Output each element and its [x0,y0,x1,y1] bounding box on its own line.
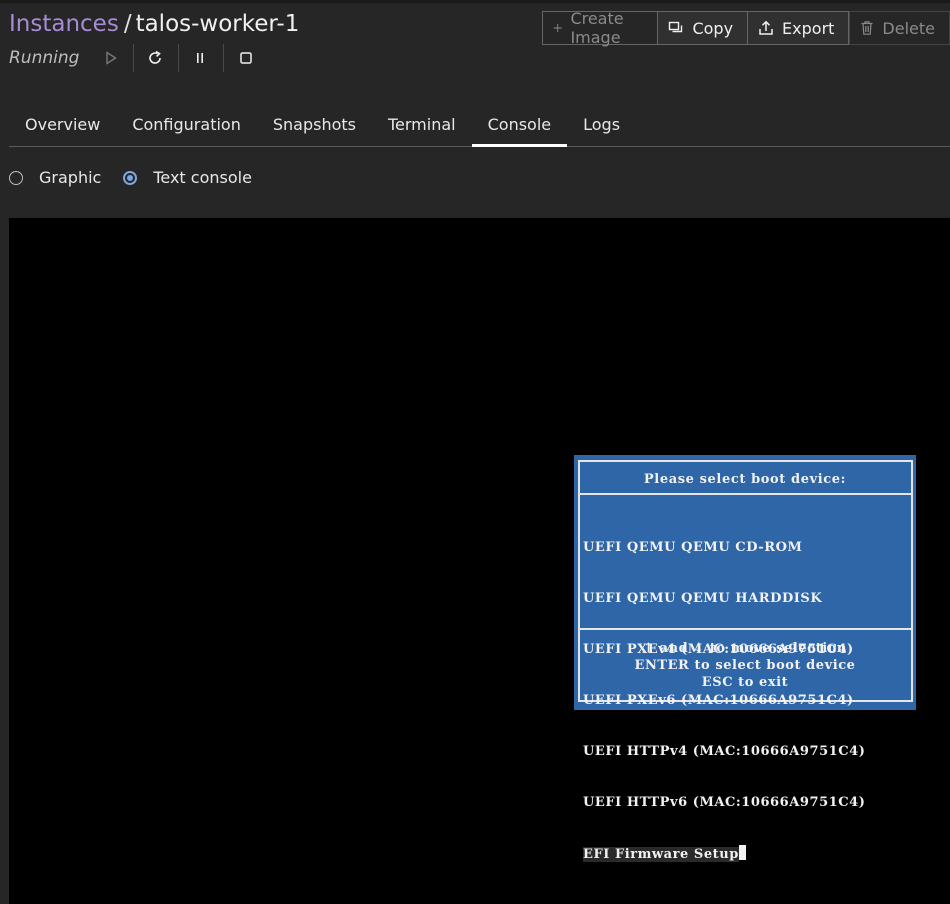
tab-terminal[interactable]: Terminal [372,102,472,146]
text-console-screen[interactable]: Please select boot device: UEFI QEMU QEM… [9,218,950,904]
delete-label: Delete [882,18,935,38]
breadcrumb-instances-link[interactable]: Instances [9,11,119,37]
tab-logs[interactable]: Logs [567,102,636,146]
create-image-label: Create Image [570,9,624,47]
boot-device-item-selected[interactable]: EFI Firmware Setup [583,845,865,863]
stop-icon [240,52,252,64]
instance-console-page: Instances / talos-worker-1 Running Create … [0,0,950,904]
radio-graphic-label: Graphic [39,168,102,187]
breadcrumb: Instances / talos-worker-1 [9,9,299,39]
tab-overview[interactable]: Overview [9,102,116,146]
copy-button[interactable]: Copy [658,11,749,45]
trash-icon [861,21,873,35]
radio-circle[interactable] [9,170,23,185]
help-line: ↑ and ↓ to move selection [643,641,847,656]
stop-button[interactable] [234,47,258,69]
boot-device-list: UEFI QEMU QEMU CD-ROM UEFI QEMU QEMU HAR… [583,505,865,897]
create-image-button[interactable]: Create Image [542,9,659,47]
export-button[interactable]: Export [748,11,850,45]
play-icon [106,51,117,65]
boot-menu-divider [578,493,913,495]
breadcrumb-separator: / [123,11,132,37]
boot-device-item[interactable]: UEFI HTTPv4 (MAC:10666A9751C4) [583,743,865,760]
page-title: talos-worker-1 [135,11,300,37]
tab-configuration[interactable]: Configuration [116,102,257,146]
plus-icon [553,23,562,33]
radio-circle-checked[interactable] [123,170,138,185]
top-border [0,0,950,3]
tab-snapshots[interactable]: Snapshots [257,102,372,146]
instance-tabs: Overview Configuration Snapshots Termina… [9,102,950,147]
boot-device-item[interactable]: UEFI QEMU QEMU CD-ROM [583,539,865,556]
export-label: Export [782,18,835,38]
pause-button[interactable] [188,47,212,69]
help-line: ENTER to select boot device [634,658,856,673]
radio-text-console-label: Text console [153,168,252,187]
selected-item-label: EFI Firmware Setup [583,847,739,862]
boot-device-item[interactable]: UEFI PXEv6 (MAC:10666A9751C4) [583,692,865,709]
text-cursor [738,845,746,860]
boot-device-menu: Please select boot device: UEFI QEMU QEM… [574,455,916,862]
restart-button[interactable] [143,47,167,69]
radio-graphic[interactable]: Graphic [9,168,101,187]
boot-device-item[interactable]: UEFI QEMU QEMU HARDDISK [583,590,865,607]
copy-icon [669,21,683,33]
divider [133,44,134,72]
instance-actions: Create Image Copy Export Delete [542,9,950,47]
tab-console[interactable]: Console [471,102,568,147]
divider [178,44,179,72]
restart-icon [149,50,161,64]
status-text: Running [9,48,80,68]
status-row: Running [9,46,79,70]
boot-menu-help: ↑ and ↓ to move selection ENTER to selec… [574,640,916,691]
console-type-selector: Graphic Text console [9,168,274,187]
copy-label: Copy [692,18,734,38]
boot-menu-title: Please select boot device: [643,472,847,487]
radio-text-console[interactable]: Text console [123,168,252,187]
divider [223,44,224,72]
boot-device-item[interactable]: UEFI HTTPv6 (MAC:10666A9751C4) [583,794,865,811]
pause-icon [197,53,203,63]
start-button[interactable] [99,47,123,69]
export-icon [759,20,773,35]
help-line: ESC to exit [701,675,789,690]
delete-button[interactable]: Delete [849,11,950,45]
